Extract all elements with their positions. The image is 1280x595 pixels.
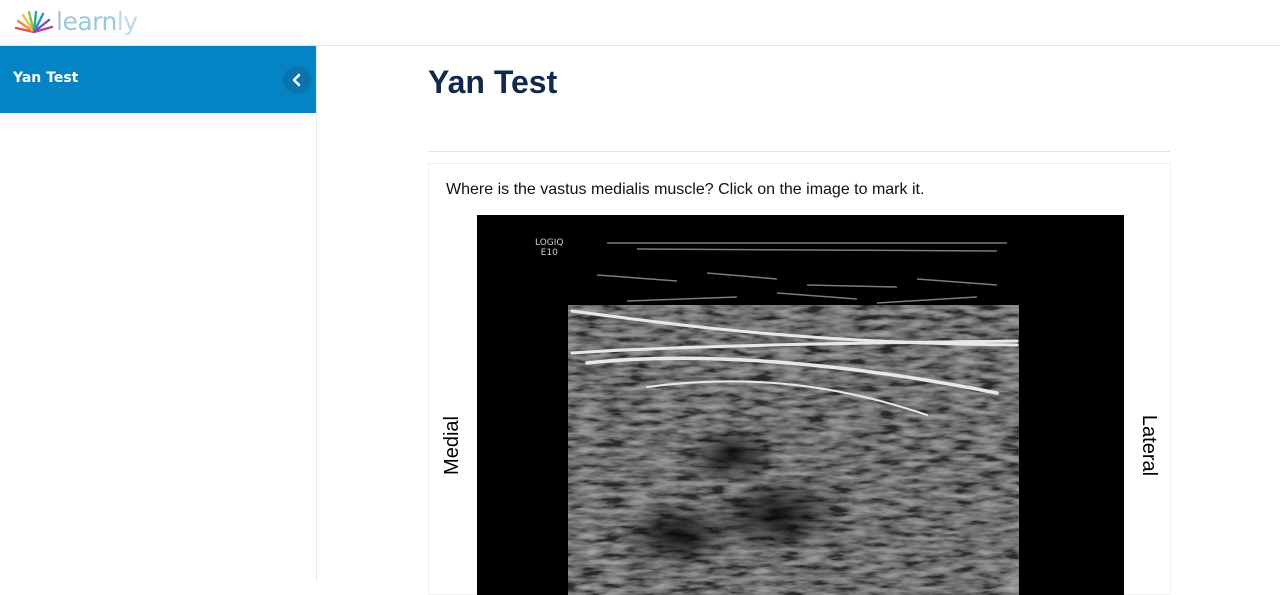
chevron-left-icon bbox=[292, 73, 301, 87]
collapse-sidebar-button[interactable] bbox=[283, 66, 311, 94]
question-card: Where is the vastus medialis muscle? Cli… bbox=[428, 163, 1171, 595]
top-header: learnly bbox=[0, 0, 1280, 46]
scanner-line2: E10 bbox=[540, 248, 558, 258]
sidebar-title: Yan Test bbox=[13, 70, 79, 86]
sidebar-header: Yan Test bbox=[0, 46, 316, 113]
ultrasound-image[interactable]: LOGIQ E10 bbox=[477, 215, 1124, 595]
logo-text-tail: ly bbox=[116, 7, 138, 36]
learnly-logo[interactable]: learnly bbox=[14, 6, 138, 38]
scanner-model-label: LOGIQ E10 bbox=[535, 238, 564, 258]
page-title: Yan Test bbox=[428, 64, 558, 100]
question-prompt: Where is the vastus medialis muscle? Cli… bbox=[446, 181, 925, 198]
logo-fan-icon bbox=[14, 11, 54, 33]
title-divider bbox=[428, 151, 1170, 152]
scanner-line1: LOGIQ bbox=[535, 238, 564, 248]
logo-text-main: learn bbox=[56, 7, 117, 36]
lateral-label: Lateral bbox=[1138, 414, 1161, 477]
sidebar: Yan Test bbox=[0, 46, 317, 581]
ultrasound-scan-graphic bbox=[477, 215, 1124, 595]
medial-label: Medial bbox=[440, 416, 463, 475]
